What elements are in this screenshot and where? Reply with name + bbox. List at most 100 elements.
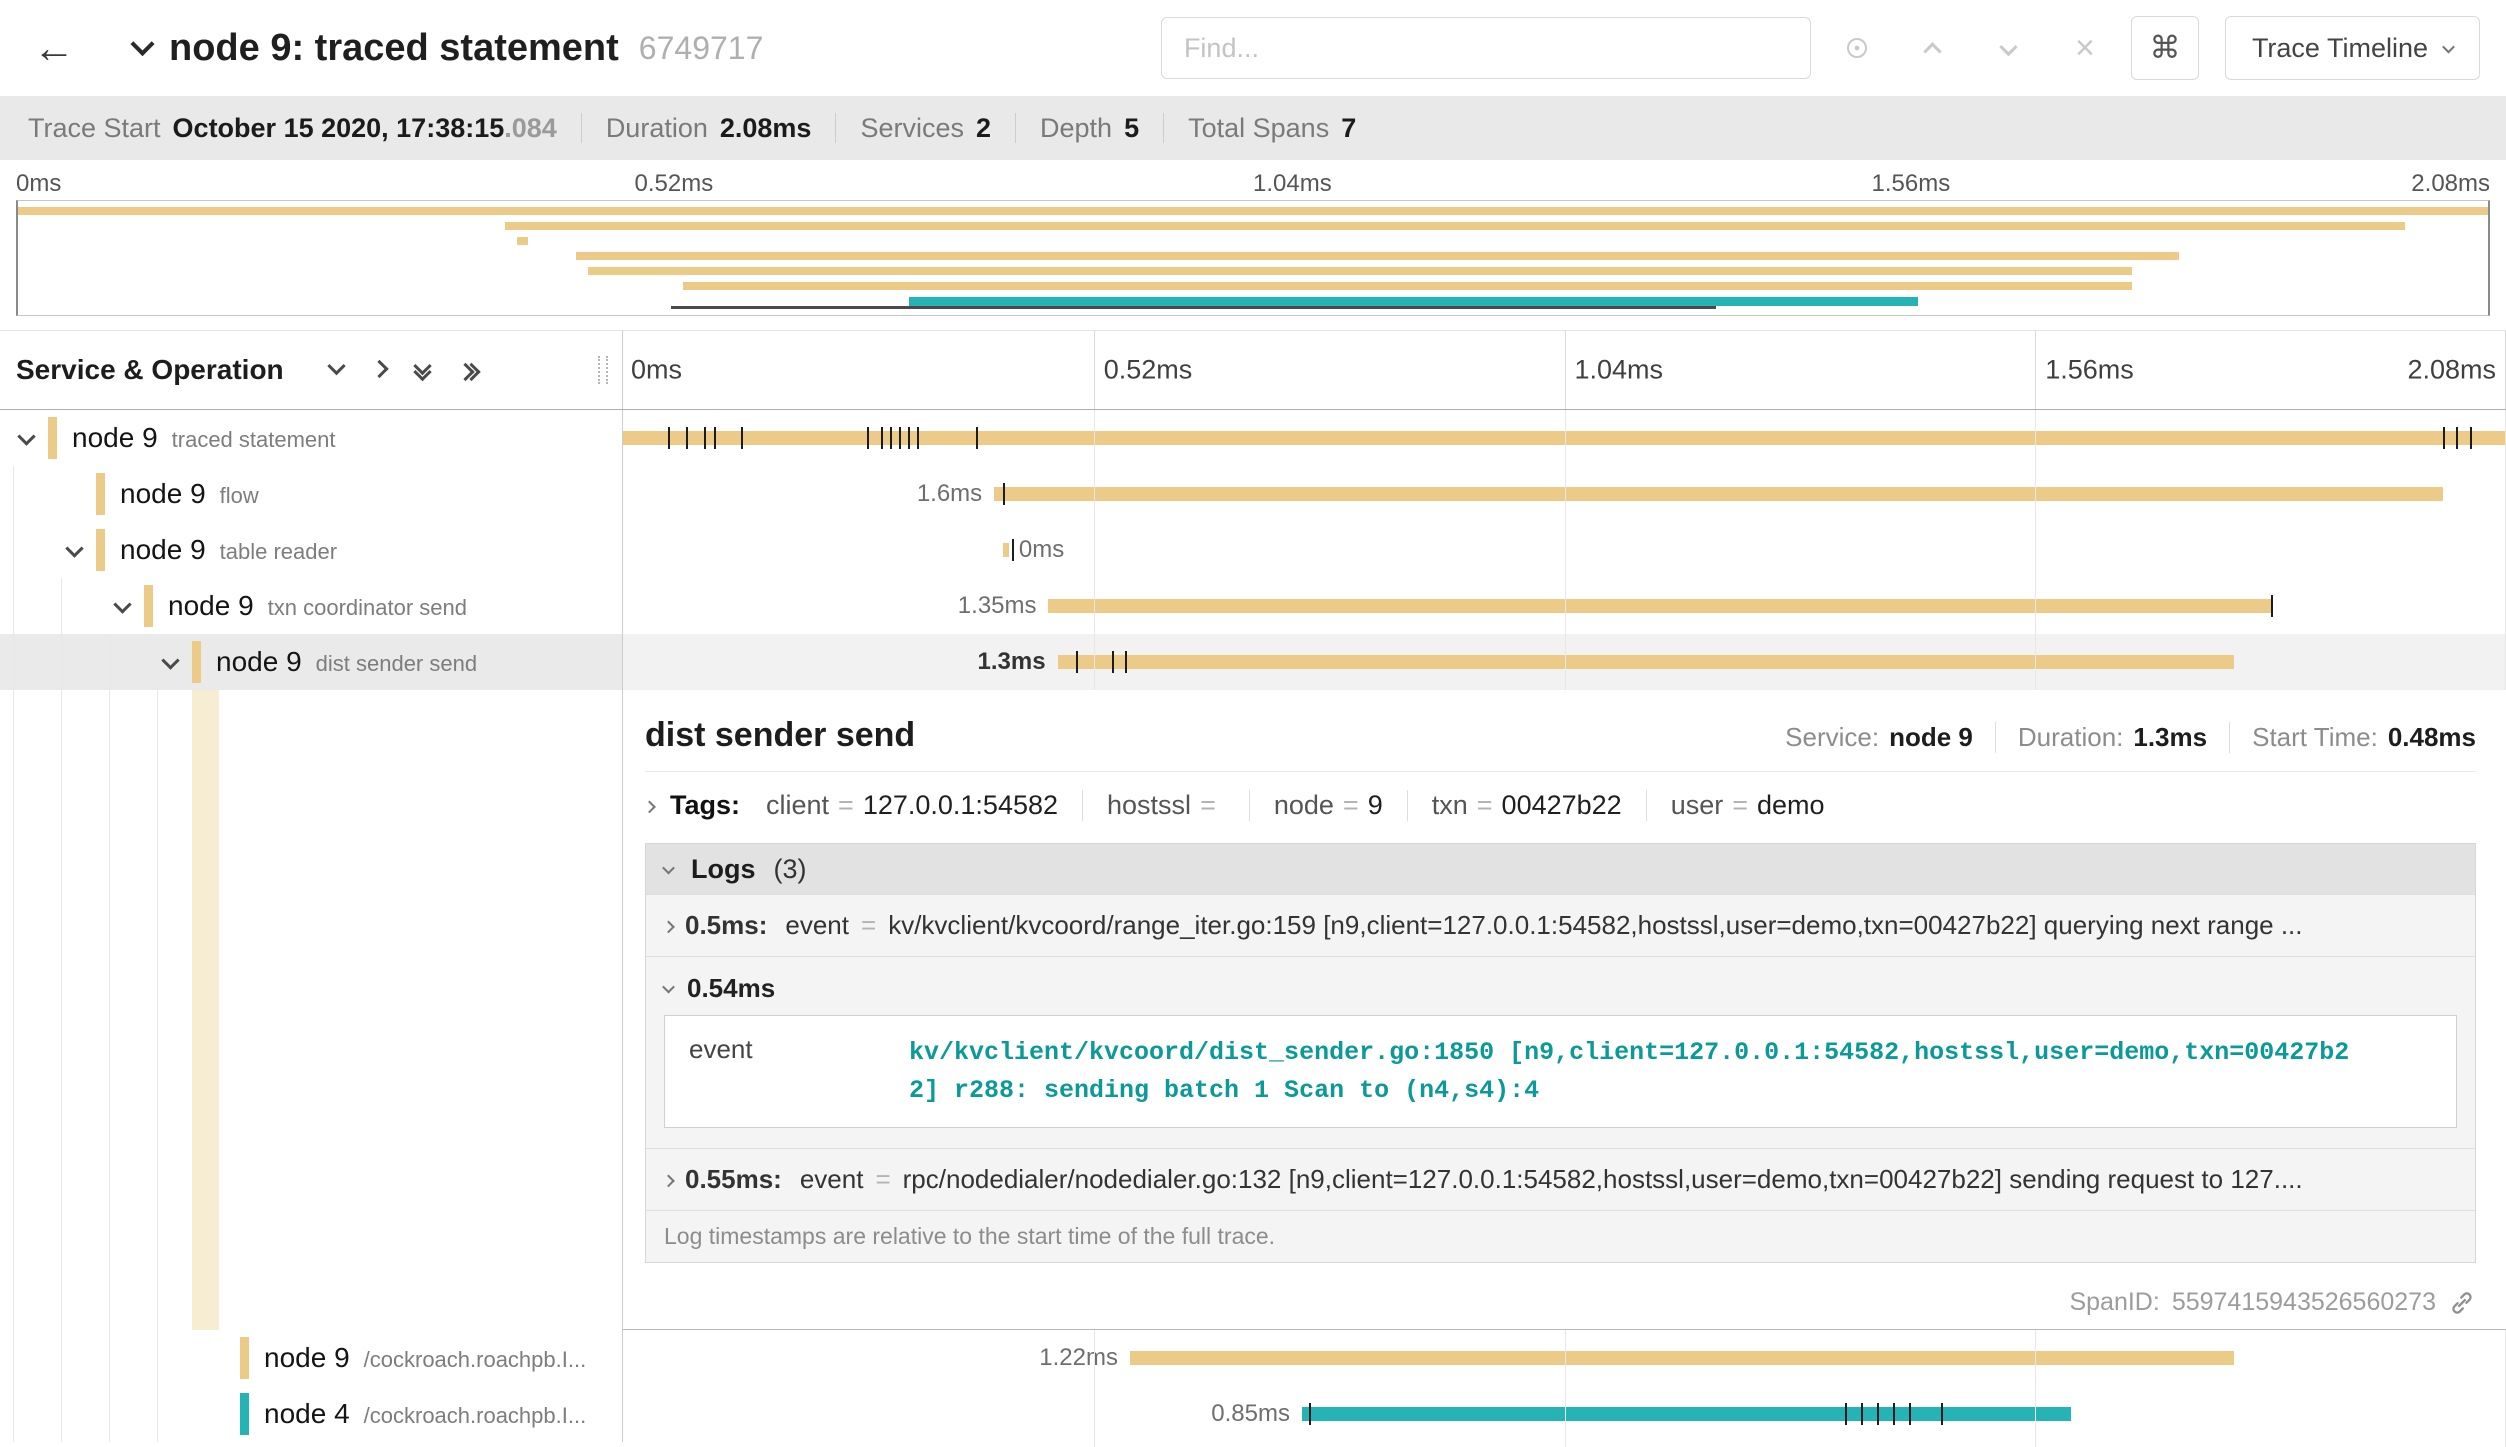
chevron-right-icon (662, 921, 675, 934)
service-operation-header: Service & Operation (0, 331, 623, 409)
tag-hostssl: hostssl (1082, 790, 1225, 821)
span-row-traced-statement[interactable]: node 9traced statement (0, 410, 2506, 466)
log-key: event (689, 1034, 909, 1109)
span-row-txn-coordinator-send[interactable]: node 9txn coordinator send 1.35ms (0, 578, 2506, 634)
collapse-caret-icon[interactable] (153, 656, 187, 669)
expand-all-icon[interactable] (459, 364, 478, 377)
span-detail-row: dist sender send Service:node 9 Duration… (0, 690, 2506, 1330)
trace-minimap: 0ms0.52ms1.04ms1.56ms2.08ms (0, 160, 2506, 316)
timeline-header: Service & Operation 0ms0.52ms1.04ms1.56m… (0, 330, 2506, 410)
collapse-caret-icon[interactable] (9, 432, 43, 445)
page-title: node 9: traced statement (169, 27, 619, 70)
span-row-flow[interactable]: node 9flow 1.6ms (0, 466, 2506, 522)
chevron-right-icon (645, 801, 656, 814)
span-bar[interactable] (994, 487, 2442, 501)
log-keyvalue-table: event kv/kvclient/kvcoord/dist_sender.go… (664, 1015, 2457, 1128)
log-key: event (785, 910, 849, 941)
span-timeline-cell: 0ms (623, 522, 2506, 578)
log-key: event (800, 1164, 864, 1195)
operation-name: /cockroach.roachpb.I... (364, 1347, 587, 1373)
span-id-label: SpanID: (2069, 1288, 2159, 1317)
service-name: node 4 (264, 1398, 350, 1430)
back-button[interactable]: ← (0, 24, 108, 72)
logs-label: Logs (691, 854, 756, 885)
title-collapse-icon[interactable] (134, 37, 151, 59)
service-color-bar (192, 641, 201, 683)
app-header: ← node 9: traced statement 6749717 × ⌘ T… (0, 0, 2506, 96)
clear-search-icon[interactable]: × (2069, 32, 2101, 64)
tag-user: userdemo (1646, 790, 1825, 821)
minimap-span-bar (18, 207, 2488, 215)
span-bar[interactable] (1302, 1407, 2071, 1421)
tag-txn: txn00427b22 (1407, 790, 1622, 821)
trace-summary-bar: Trace Start October 15 2020, 17:38:15.08… (0, 96, 2506, 160)
copy-link-icon[interactable] (2448, 1289, 2476, 1317)
service-color-bar (96, 529, 105, 571)
locate-icon[interactable] (1841, 32, 1873, 64)
minimap-span-bar (683, 282, 2132, 290)
service-name: node 9 (120, 478, 206, 510)
span-name-cell: node 9table reader (0, 522, 623, 578)
span-name-cell: node 9flow (0, 466, 623, 522)
log-entry[interactable]: 0.5ms: event kv/kvclient/kvcoord/range_i… (646, 894, 2475, 956)
detail-indent-column (0, 690, 623, 1330)
find-input[interactable] (1182, 32, 1790, 65)
span-bar[interactable] (623, 431, 2506, 445)
span-duration-label: 0ms (1019, 536, 1064, 564)
collapse-one-icon[interactable] (330, 361, 343, 379)
column-resizer-handle[interactable] (598, 356, 608, 384)
tags-toggle-row[interactable]: Tags: client127.0.0.1:54582 hostssl node… (645, 790, 2476, 821)
span-name-cell: node 9/cockroach.roachpb.I... (0, 1330, 623, 1386)
span-row-grpc-node4[interactable]: node 4/cockroach.roachpb.I... 0.85ms (0, 1386, 2506, 1442)
operation-name: dist sender send (316, 651, 477, 677)
span-row-table-reader[interactable]: node 9table reader 0ms (0, 522, 2506, 578)
service-name: node 9 (264, 1342, 350, 1374)
minimap-span-bar (517, 237, 528, 245)
minimap-canvas[interactable] (16, 200, 2490, 316)
log-entry-header[interactable]: 0.54ms (664, 965, 2457, 1011)
find-box (1161, 17, 1811, 79)
service-color-bar (240, 1337, 249, 1379)
span-timeline-cell: 1.35ms (623, 578, 2506, 634)
span-rows: node 9traced statement node 9flow 1.6ms … (0, 410, 2506, 1447)
logs-count: (3) (774, 854, 807, 885)
trace-view-selector[interactable]: Trace Timeline (2225, 16, 2480, 80)
logs-section: Logs (3) 0.5ms: event kv/kvclient/kvcoor… (645, 843, 2476, 1263)
expand-one-icon[interactable] (373, 361, 386, 379)
logs-header[interactable]: Logs (3) (646, 844, 2475, 894)
span-bar[interactable] (1003, 543, 1009, 557)
prev-match-icon[interactable] (1917, 32, 1949, 64)
collapse-caret-icon[interactable] (105, 600, 139, 613)
collapse-all-icon[interactable] (416, 361, 429, 380)
log-value: rpc/nodedialer/nodedialer.go:132 [n9,cli… (903, 1164, 2457, 1195)
back-arrow-icon: ← (33, 24, 75, 71)
summary-duration: Duration2.08ms (581, 113, 836, 143)
span-name-cell: node 9txn coordinator send (0, 578, 623, 634)
span-name-cell: node 9dist sender send (0, 634, 623, 690)
span-row-dist-sender-send[interactable]: node 9dist sender send 1.3ms (0, 634, 2506, 690)
span-bar[interactable] (1058, 655, 2235, 669)
span-timeline-cell: 1.6ms (623, 466, 2506, 522)
detail-meta: Service:node 9 Duration:1.3ms Start Time… (1785, 722, 2476, 753)
summary-trace-start: Trace Start October 15 2020, 17:38:15.08… (4, 113, 581, 143)
chevron-down-icon (2442, 40, 2455, 53)
next-match-icon[interactable] (1993, 32, 2025, 64)
keyboard-shortcuts-button[interactable]: ⌘ (2131, 16, 2199, 80)
service-name: node 9 (168, 590, 254, 622)
span-timeline-cell: 0.85ms (623, 1386, 2506, 1442)
service-color-bar (144, 585, 153, 627)
logs-footnote: Log timestamps are relative to the start… (646, 1210, 2475, 1262)
span-duration-label: 1.22ms (1039, 1344, 1118, 1372)
log-entry[interactable]: 0.55ms: event rpc/nodedialer/nodedialer.… (646, 1148, 2475, 1210)
divider (645, 771, 2476, 772)
span-row-grpc-node9[interactable]: node 9/cockroach.roachpb.I... 1.22ms (0, 1330, 2506, 1386)
minimap-span-bar (576, 252, 2179, 260)
span-name-cell: node 4/cockroach.roachpb.I... (0, 1386, 623, 1442)
span-bar[interactable] (1048, 599, 2270, 613)
span-bar[interactable] (1130, 1351, 2234, 1365)
log-value: kv/kvclient/kvcoord/range_iter.go:159 [n… (888, 910, 2457, 941)
collapse-caret-icon[interactable] (57, 544, 91, 557)
tag-node: node9 (1249, 790, 1383, 821)
tag-client: client127.0.0.1:54582 (766, 790, 1058, 821)
span-duration-label: 1.3ms (977, 648, 1045, 676)
